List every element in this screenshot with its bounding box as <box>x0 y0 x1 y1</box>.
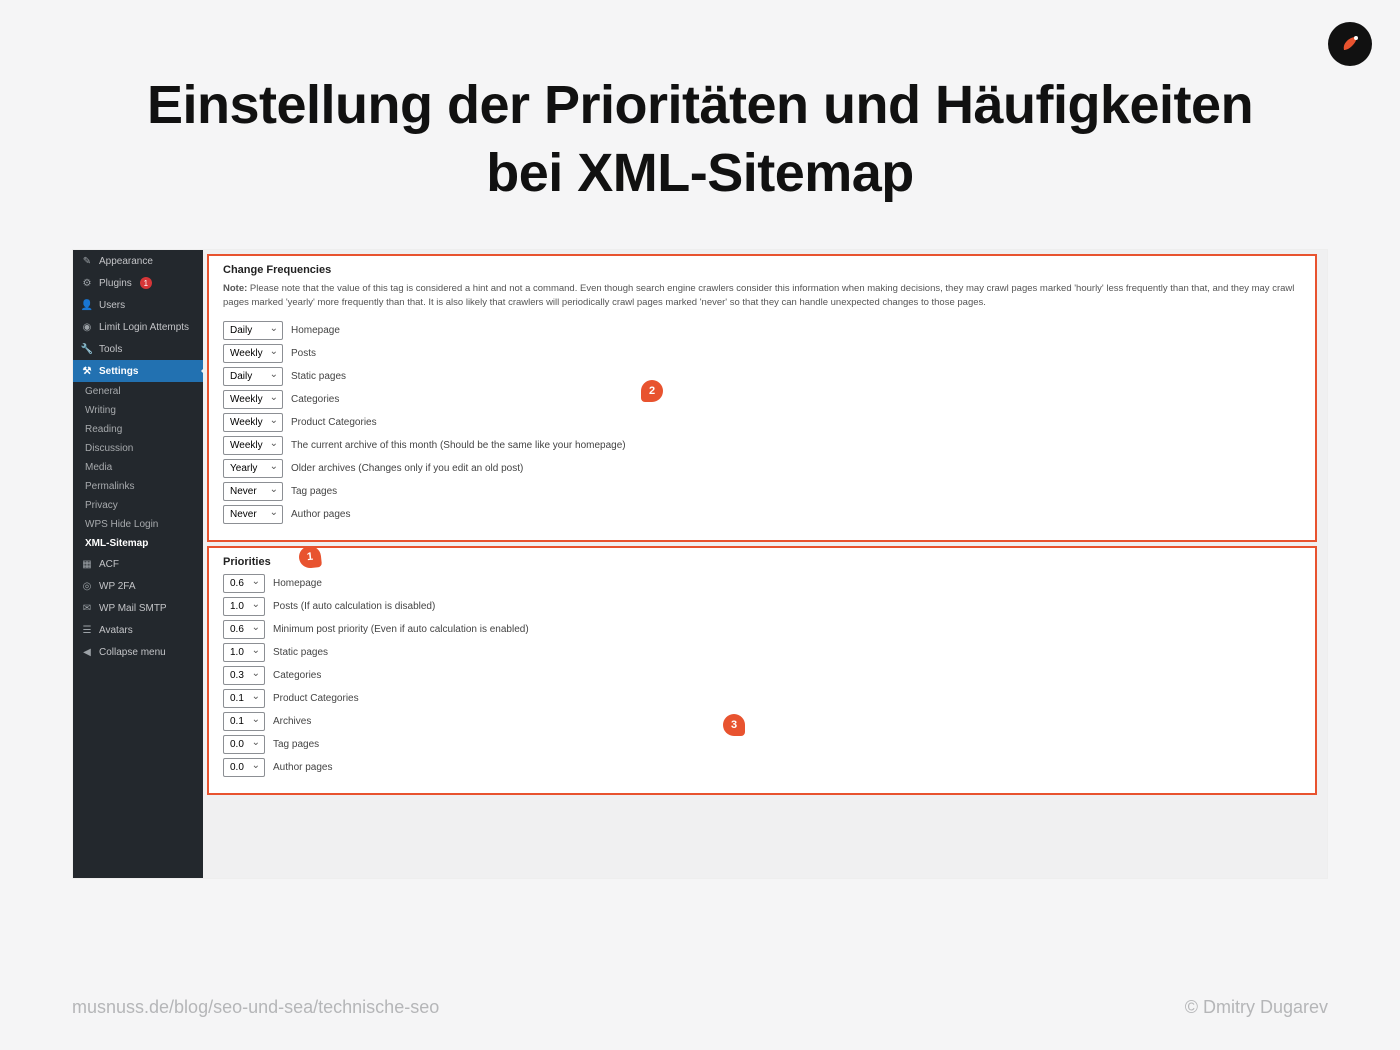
prio-row-static: 1.0Static pages <box>223 643 1301 662</box>
page-footer: musnuss.de/blog/seo-und-sea/technische-s… <box>72 997 1328 1018</box>
brand-logo <box>1328 22 1372 66</box>
footer-url: musnuss.de/blog/seo-und-sea/technische-s… <box>72 997 439 1018</box>
frequencies-note: Note: Please note that the value of this… <box>223 282 1301 311</box>
freq-row-tag-pages: NeverTag pages <box>223 482 1301 501</box>
prio-row-tag-pages: 0.0Tag pages <box>223 735 1301 754</box>
prio-select-posts[interactable]: 1.0 <box>223 597 265 616</box>
sidebar-item-acf[interactable]: ▦ACF <box>73 553 203 575</box>
prio-row-homepage: 0.6Homepage <box>223 574 1301 593</box>
prio-row-categories: 0.3Categories <box>223 666 1301 685</box>
sidebar-sub-discussion[interactable]: Discussion <box>73 439 203 458</box>
freq-select-categories[interactable]: Weekly <box>223 390 283 409</box>
sidebar-item-users[interactable]: 👤Users <box>73 294 203 316</box>
sidebar-sub-general[interactable]: General <box>73 382 203 401</box>
sidebar-sub-reading[interactable]: Reading <box>73 420 203 439</box>
prio-select-archives[interactable]: 0.1 <box>223 712 265 731</box>
fingerprint-icon: ◉ <box>81 321 93 333</box>
freq-row-categories: WeeklyCategories <box>223 390 1301 409</box>
sidebar-item-wp2fa[interactable]: ◎WP 2FA <box>73 575 203 597</box>
sidebar-item-collapse[interactable]: ◀Collapse menu <box>73 641 203 663</box>
freq-select-posts[interactable]: Weekly <box>223 344 283 363</box>
sidebar-item-wp-mail-smtp[interactable]: ✉WP Mail SMTP <box>73 597 203 619</box>
screenshot-frame: ✎Appearance ⚙Plugins1 👤Users ◉Limit Logi… <box>72 249 1328 879</box>
sliders-icon: ⚒ <box>81 365 93 377</box>
callout-marker-3: 3 <box>723 714 745 736</box>
collapse-icon: ◀ <box>81 646 93 658</box>
sidebar-item-appearance[interactable]: ✎Appearance <box>73 250 203 272</box>
active-pointer-icon <box>201 365 207 377</box>
wp-admin-sidebar: ✎Appearance ⚙Plugins1 👤Users ◉Limit Logi… <box>73 250 203 878</box>
freq-row-author-pages: NeverAuthor pages <box>223 505 1301 524</box>
freq-row-older-archives: YearlyOlder archives (Changes only if yo… <box>223 459 1301 478</box>
sidebar-item-plugins[interactable]: ⚙Plugins1 <box>73 272 203 294</box>
prio-select-min-post[interactable]: 0.6 <box>223 620 265 639</box>
plug-icon: ⚙ <box>81 277 93 289</box>
change-frequencies-panel: Change Frequencies Note: Please note tha… <box>207 254 1317 542</box>
freq-select-older-archives[interactable]: Yearly <box>223 459 283 478</box>
prio-select-author-pages[interactable]: 0.0 <box>223 758 265 777</box>
sidebar-sub-permalinks[interactable]: Permalinks <box>73 477 203 496</box>
wrench-icon: 🔧 <box>81 343 93 355</box>
freq-select-static[interactable]: Daily <box>223 367 283 386</box>
freq-select-tag-pages[interactable]: Never <box>223 482 283 501</box>
sidebar-sub-media[interactable]: Media <box>73 458 203 477</box>
prio-select-homepage[interactable]: 0.6 <box>223 574 265 593</box>
sidebar-sub-xml-sitemap[interactable]: XML-Sitemap <box>73 534 203 553</box>
prio-row-author-pages: 0.0Author pages <box>223 758 1301 777</box>
sidebar-sub-writing[interactable]: Writing <box>73 401 203 420</box>
plugins-badge: 1 <box>140 277 152 289</box>
prio-select-tag-pages[interactable]: 0.0 <box>223 735 265 754</box>
sidebar-sub-wps-hide-login[interactable]: WPS Hide Login <box>73 515 203 534</box>
freq-row-homepage: DailyHomepage <box>223 321 1301 340</box>
footer-credit: © Dmitry Dugarev <box>1185 997 1328 1018</box>
priorities-panel: Priorities 0.6Homepage 1.0Posts (If auto… <box>207 546 1317 795</box>
user-icon: 👤 <box>81 299 93 311</box>
freq-row-product-categories: WeeklyProduct Categories <box>223 413 1301 432</box>
wp-content-area: Change Frequencies Note: Please note tha… <box>203 250 1327 878</box>
freq-row-posts: WeeklyPosts <box>223 344 1301 363</box>
freq-row-static-pages: DailyStatic pages <box>223 367 1301 386</box>
brush-icon: ✎ <box>81 255 93 267</box>
sidebar-item-avatars[interactable]: ☰Avatars <box>73 619 203 641</box>
prio-select-product-cat[interactable]: 0.1 <box>223 689 265 708</box>
prio-row-archives: 0.1Archives <box>223 712 1301 731</box>
panel-title-priorities: Priorities <box>223 556 1301 568</box>
prio-select-categories[interactable]: 0.3 <box>223 666 265 685</box>
sidebar-sub-privacy[interactable]: Privacy <box>73 496 203 515</box>
sidebar-item-tools[interactable]: 🔧Tools <box>73 338 203 360</box>
grid-icon: ▦ <box>81 558 93 570</box>
panel-title-frequencies: Change Frequencies <box>223 264 1301 276</box>
prio-row-product-cat: 0.1Product Categories <box>223 689 1301 708</box>
page-title: Einstellung der Prioritäten und Häufigke… <box>0 0 1400 237</box>
avatar-icon: ☰ <box>81 624 93 636</box>
freq-select-author-pages[interactable]: Never <box>223 505 283 524</box>
prio-row-posts: 1.0Posts (If auto calculation is disable… <box>223 597 1301 616</box>
freq-select-homepage[interactable]: Daily <box>223 321 283 340</box>
sidebar-item-settings[interactable]: ⚒Settings <box>73 360 203 382</box>
freq-select-product-cat[interactable]: Weekly <box>223 413 283 432</box>
prio-select-static[interactable]: 1.0 <box>223 643 265 662</box>
sidebar-item-limit-login[interactable]: ◉Limit Login Attempts <box>73 316 203 338</box>
callout-marker-2: 2 <box>641 380 663 402</box>
shield-icon: ◎ <box>81 580 93 592</box>
prio-row-min-post: 0.6Minimum post priority (Even if auto c… <box>223 620 1301 639</box>
freq-select-current-archive[interactable]: Weekly <box>223 436 283 455</box>
mail-icon: ✉ <box>81 602 93 614</box>
freq-row-current-archive: WeeklyThe current archive of this month … <box>223 436 1301 455</box>
